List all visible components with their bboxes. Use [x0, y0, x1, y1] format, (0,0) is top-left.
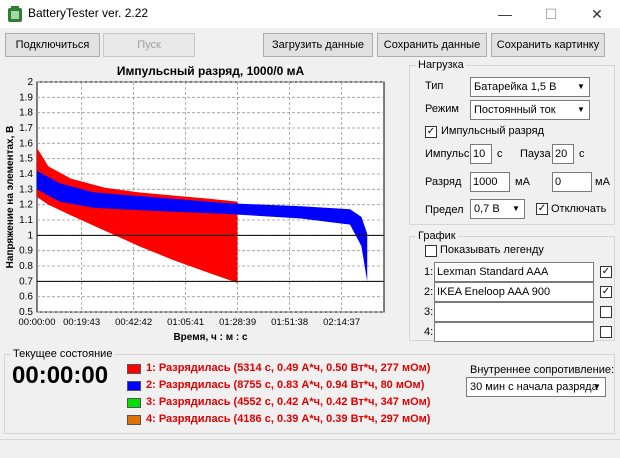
y-tick-label: 1.6	[19, 138, 33, 149]
graph-row-number: 2:	[424, 286, 434, 298]
impulse-label: Импульс	[425, 148, 470, 160]
graph-name-input-4[interactable]	[434, 322, 594, 342]
y-tick-label: 0.7	[19, 276, 33, 287]
graph-visible-checkbox-3[interactable]	[600, 306, 612, 318]
show-legend-label: Показывать легенду	[440, 244, 544, 256]
pause-input[interactable]: 20	[552, 144, 574, 164]
load-group-title: Нагрузка	[416, 59, 466, 71]
graph-name-input-1[interactable]: Lexman Standard AAA	[434, 262, 594, 282]
type-label: Тип	[425, 80, 444, 92]
battery-2-swatch	[127, 381, 141, 391]
battery-3-swatch	[127, 398, 141, 408]
pulse-checkbox[interactable]: ✓	[425, 126, 437, 138]
type-select-value: Батарейка 1,5 В	[474, 81, 557, 93]
graph-name-input-3[interactable]	[434, 302, 594, 322]
y-tick-label: 1	[27, 230, 33, 241]
chart-title: Импульсный разряд, 1000/0 мА	[117, 64, 305, 78]
limit-select-value: 0,7 В	[474, 203, 500, 215]
graph-row-number: 4:	[424, 326, 434, 338]
mode-select-value: Постоянный ток	[474, 104, 556, 116]
discharge-input[interactable]: 1000	[470, 172, 510, 192]
limit-select[interactable]: 0,7 В ▼	[470, 199, 525, 219]
x-tick-label: 02:14:37	[323, 317, 360, 328]
x-tick-label: 00:00:00	[19, 317, 56, 328]
battery-1-status: 1: Разрядилась (5314 с, 0.49 А*ч, 0.50 В…	[146, 362, 431, 374]
chevron-down-icon: ▼	[593, 382, 601, 391]
y-tick-label: 1.2	[19, 200, 33, 211]
y-tick-label: 1.7	[19, 123, 33, 134]
battery-3-status: 3: Разрядилась (4552 с, 0.42 А*ч, 0.42 В…	[146, 396, 431, 408]
resistance-select[interactable]: 30 мин с начала разряда ▼	[466, 377, 606, 397]
connect-button[interactable]: Подключиться	[5, 33, 100, 57]
impulse-input[interactable]: 10	[470, 144, 492, 164]
pulse-label: Импульсный разряд	[441, 125, 545, 137]
close-icon[interactable]: ✕	[574, 0, 620, 28]
x-tick-label: 01:51:38	[271, 317, 308, 328]
discharge-input-2[interactable]: 0	[552, 172, 592, 192]
discharge-unit: мА	[515, 176, 530, 188]
y-tick-label: 0.9	[19, 246, 33, 257]
start-button[interactable]: Пуск	[103, 33, 195, 57]
limit-label: Предел	[425, 204, 464, 216]
x-tick-label: 00:19:43	[63, 317, 100, 328]
x-tick-label: 00:42:42	[115, 317, 152, 328]
show-legend-checkbox[interactable]	[425, 245, 437, 257]
discharge-unit-2: мА	[595, 176, 610, 188]
graph-visible-checkbox-2[interactable]: ✓	[600, 286, 612, 298]
pause-unit: с	[579, 148, 585, 160]
save-data-button[interactable]: Сохранить данные	[377, 33, 487, 57]
chevron-down-icon: ▼	[577, 82, 585, 91]
mode-select[interactable]: Постоянный ток ▼	[470, 100, 590, 120]
disconnect-checkbox[interactable]: ✓	[536, 203, 548, 215]
chevron-down-icon: ▼	[577, 105, 585, 114]
y-tick-label: 1.8	[19, 108, 33, 119]
graph-name-input-2[interactable]: IKEA Eneloop AAA 900	[434, 282, 594, 302]
y-tick-label: 1.9	[19, 92, 33, 103]
status-bar	[0, 439, 620, 458]
disconnect-label: Отключать	[551, 203, 607, 215]
battery-2-status: 2: Разрядилась (8755 с, 0.83 А*ч, 0.94 В…	[146, 379, 425, 391]
y-tick-label: 0.6	[19, 292, 33, 303]
window-title: BatteryTester ver. 2.22	[28, 6, 149, 20]
graph-visible-checkbox-1[interactable]: ✓	[600, 266, 612, 278]
x-tick-label: 01:05:41	[167, 317, 204, 328]
x-axis-label: Время, ч : м : с	[173, 332, 248, 343]
graph-row-number: 1:	[424, 266, 434, 278]
y-tick-label: 1.4	[19, 169, 33, 180]
graph-visible-checkbox-4[interactable]	[600, 326, 612, 338]
discharge-chart: 0.50.60.70.80.911.11.21.31.41.51.61.71.8…	[5, 64, 385, 343]
maximize-icon[interactable]: ☐	[528, 0, 574, 28]
graph-row-number: 3:	[424, 306, 434, 318]
save-image-button[interactable]: Сохранить картинку	[491, 33, 605, 57]
graph-group-title: График	[416, 230, 458, 242]
y-tick-label: 2	[27, 77, 33, 88]
minimize-icon[interactable]: —	[482, 0, 528, 28]
y-tick-label: 1.3	[19, 184, 33, 195]
chevron-down-icon: ▼	[512, 204, 520, 213]
status-group-title: Текущее состояние	[11, 348, 115, 360]
battery-4-status: 4: Разрядилась (4186 с, 0.39 А*ч, 0.39 В…	[146, 413, 431, 425]
load-data-button[interactable]: Загрузить данные	[263, 33, 373, 57]
y-axis-label: Напряжение на элементах, В	[5, 126, 16, 269]
mode-label: Режим	[425, 103, 459, 115]
battery-1-swatch	[127, 364, 141, 374]
pause-label: Пауза	[520, 148, 551, 160]
battery-app-icon	[8, 6, 22, 22]
resistance-select-value: 30 мин с начала разряда	[470, 381, 598, 393]
impulse-unit: с	[497, 148, 503, 160]
title-bar: BatteryTester ver. 2.22 — ☐ ✕	[0, 0, 620, 28]
discharge-label: Разряд	[425, 176, 462, 188]
elapsed-timer: 00:00:00	[12, 362, 109, 389]
x-tick-label: 01:28:39	[219, 317, 256, 328]
y-tick-label: 0.8	[19, 261, 33, 272]
battery-4-swatch	[127, 415, 141, 425]
y-tick-label: 1.1	[19, 215, 33, 226]
resistance-label: Внутреннее сопротивление:	[470, 364, 615, 376]
type-select[interactable]: Батарейка 1,5 В ▼	[470, 77, 590, 97]
y-tick-label: 1.5	[19, 154, 33, 165]
